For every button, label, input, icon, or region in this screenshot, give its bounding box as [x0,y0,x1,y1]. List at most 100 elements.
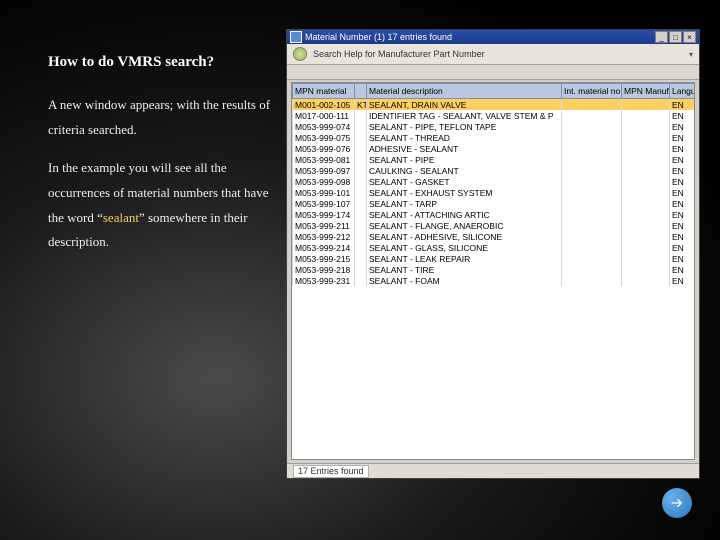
table-cell: EN [670,198,696,209]
table-row[interactable]: M053-999-215SEALANT - LEAK REPAIREN [293,253,696,264]
table-cell: SEALANT - FOAM [367,275,562,286]
table-row[interactable]: M001-002-105KTSEALANT, DRAIN VALVEEN [293,99,696,111]
table-cell: EN [670,110,696,121]
table-cell [355,187,367,198]
table-cell [562,110,622,121]
table-cell [622,209,670,220]
table-cell: M053-999-215 [293,253,355,264]
col-int-material[interactable]: Int. material no. [562,84,622,99]
table-cell [355,275,367,286]
app-icon [290,31,302,43]
table-cell: M053-999-212 [293,231,355,242]
table-cell: EN [670,154,696,165]
table-cell [622,165,670,176]
table-cell [622,187,670,198]
table-cell: SEALANT - PIPE [367,154,562,165]
table-cell: SEALANT - TARP [367,198,562,209]
table-cell: SEALANT - GLASS, SILICONE [367,242,562,253]
table-row[interactable]: M053-999-074SEALANT - PIPE, TEFLON TAPEE… [293,121,696,132]
table-cell [562,231,622,242]
next-button[interactable] [662,488,692,518]
results-table: MPN material Material description Int. m… [292,83,695,286]
close-button[interactable]: × [683,31,696,43]
table-cell [562,176,622,187]
table-row[interactable]: M053-999-098SEALANT - GASKETEN [293,176,696,187]
col-mpn-material[interactable]: MPN material [293,84,355,99]
table-cell [562,275,622,286]
table-cell [622,154,670,165]
table-cell: SEALANT - ADHESIVE, SILICONE [367,231,562,242]
table-cell [622,176,670,187]
table-row[interactable]: M053-999-231SEALANT - FOAMEN [293,275,696,286]
maximize-button[interactable]: □ [669,31,682,43]
minimize-button[interactable]: _ [655,31,668,43]
table-cell [355,231,367,242]
table-cell [622,242,670,253]
table-cell [562,220,622,231]
table-cell [562,209,622,220]
table-row[interactable]: M017-000-111IDENTIFIER TAG - SEALANT, VA… [293,110,696,121]
window-titlebar: Material Number (1) 17 entries found _ □… [287,30,699,44]
table-cell: M053-999-097 [293,165,355,176]
col-manufacturer[interactable]: MPN Manufact. [622,84,670,99]
table-cell [355,209,367,220]
status-bar: 17 Entries found [287,463,699,478]
table-cell: EN [670,242,696,253]
table-cell: SEALANT - LEAK REPAIR [367,253,562,264]
table-cell: EN [670,231,696,242]
table-cell: M053-999-075 [293,132,355,143]
table-cell [622,220,670,231]
sap-results-window: Material Number (1) 17 entries found _ □… [286,29,700,479]
table-cell [622,121,670,132]
table-cell [355,176,367,187]
table-row[interactable]: M053-999-214SEALANT - GLASS, SILICONEEN [293,242,696,253]
table-cell [622,264,670,275]
table-cell: EN [670,275,696,286]
table-row[interactable]: M053-999-174SEALANT - ATTACHING ARTICEN [293,209,696,220]
table-row[interactable]: M053-999-081 SEALANT - PIPE EN [293,154,696,165]
table-cell [562,154,622,165]
table-cell: M053-999-081 [293,154,355,165]
table-cell: EN [670,99,696,111]
col-language[interactable]: Language [670,84,696,99]
table-cell: ADHESIVE - SEALANT [367,143,562,154]
table-cell: EN [670,264,696,275]
table-cell: M053-999-218 [293,264,355,275]
status-text: 17 Entries found [293,465,369,478]
col-blank[interactable] [355,84,367,99]
table-cell [355,242,367,253]
table-cell: M053-999-211 [293,220,355,231]
table-cell [562,99,622,111]
nav-indicator-icon [293,47,307,61]
window-title: Material Number (1) 17 entries found [305,32,655,42]
table-row[interactable]: M053-999-101SEALANT - EXHAUST SYSTEMEN [293,187,696,198]
table-cell: M053-999-101 [293,187,355,198]
dropdown-icon[interactable]: ▾ [689,50,693,59]
table-cell: SEALANT - ATTACHING ARTIC [367,209,562,220]
slide-paragraph-1: A new window appears; with the results o… [48,93,278,142]
table-cell [562,165,622,176]
col-description[interactable]: Material description [367,84,562,99]
table-row[interactable]: M053-999-097CAULKING - SEALANTEN [293,165,696,176]
table-row[interactable]: M053-999-218 SEALANT - TIRE EN [293,264,696,275]
table-header-row: MPN material Material description Int. m… [293,84,696,99]
highlight-word: sealant [103,210,139,225]
table-cell [355,132,367,143]
table-row[interactable]: M053-999-075SEALANT - THREADEN [293,132,696,143]
table-cell: EN [670,220,696,231]
table-row[interactable]: M053-999-211SEALANT - FLANGE, ANAEROBICE… [293,220,696,231]
table-row[interactable]: M053-999-212 SEALANT - ADHESIVE, SILICONE… [293,231,696,242]
table-cell: SEALANT - TIRE [367,264,562,275]
table-cell [562,121,622,132]
table-cell: EN [670,121,696,132]
table-cell: M053-999-074 [293,121,355,132]
table-cell: EN [670,165,696,176]
table-cell [355,220,367,231]
table-cell: SEALANT - GASKET [367,176,562,187]
table-row[interactable]: M053-999-076ADHESIVE - SEALANTEN [293,143,696,154]
table-cell: EN [670,176,696,187]
table-cell: M017-000-111 [293,110,355,121]
arrow-right-icon [669,495,685,511]
table-row[interactable]: M053-999-107SEALANT - TARPEN [293,198,696,209]
table-cell [355,143,367,154]
